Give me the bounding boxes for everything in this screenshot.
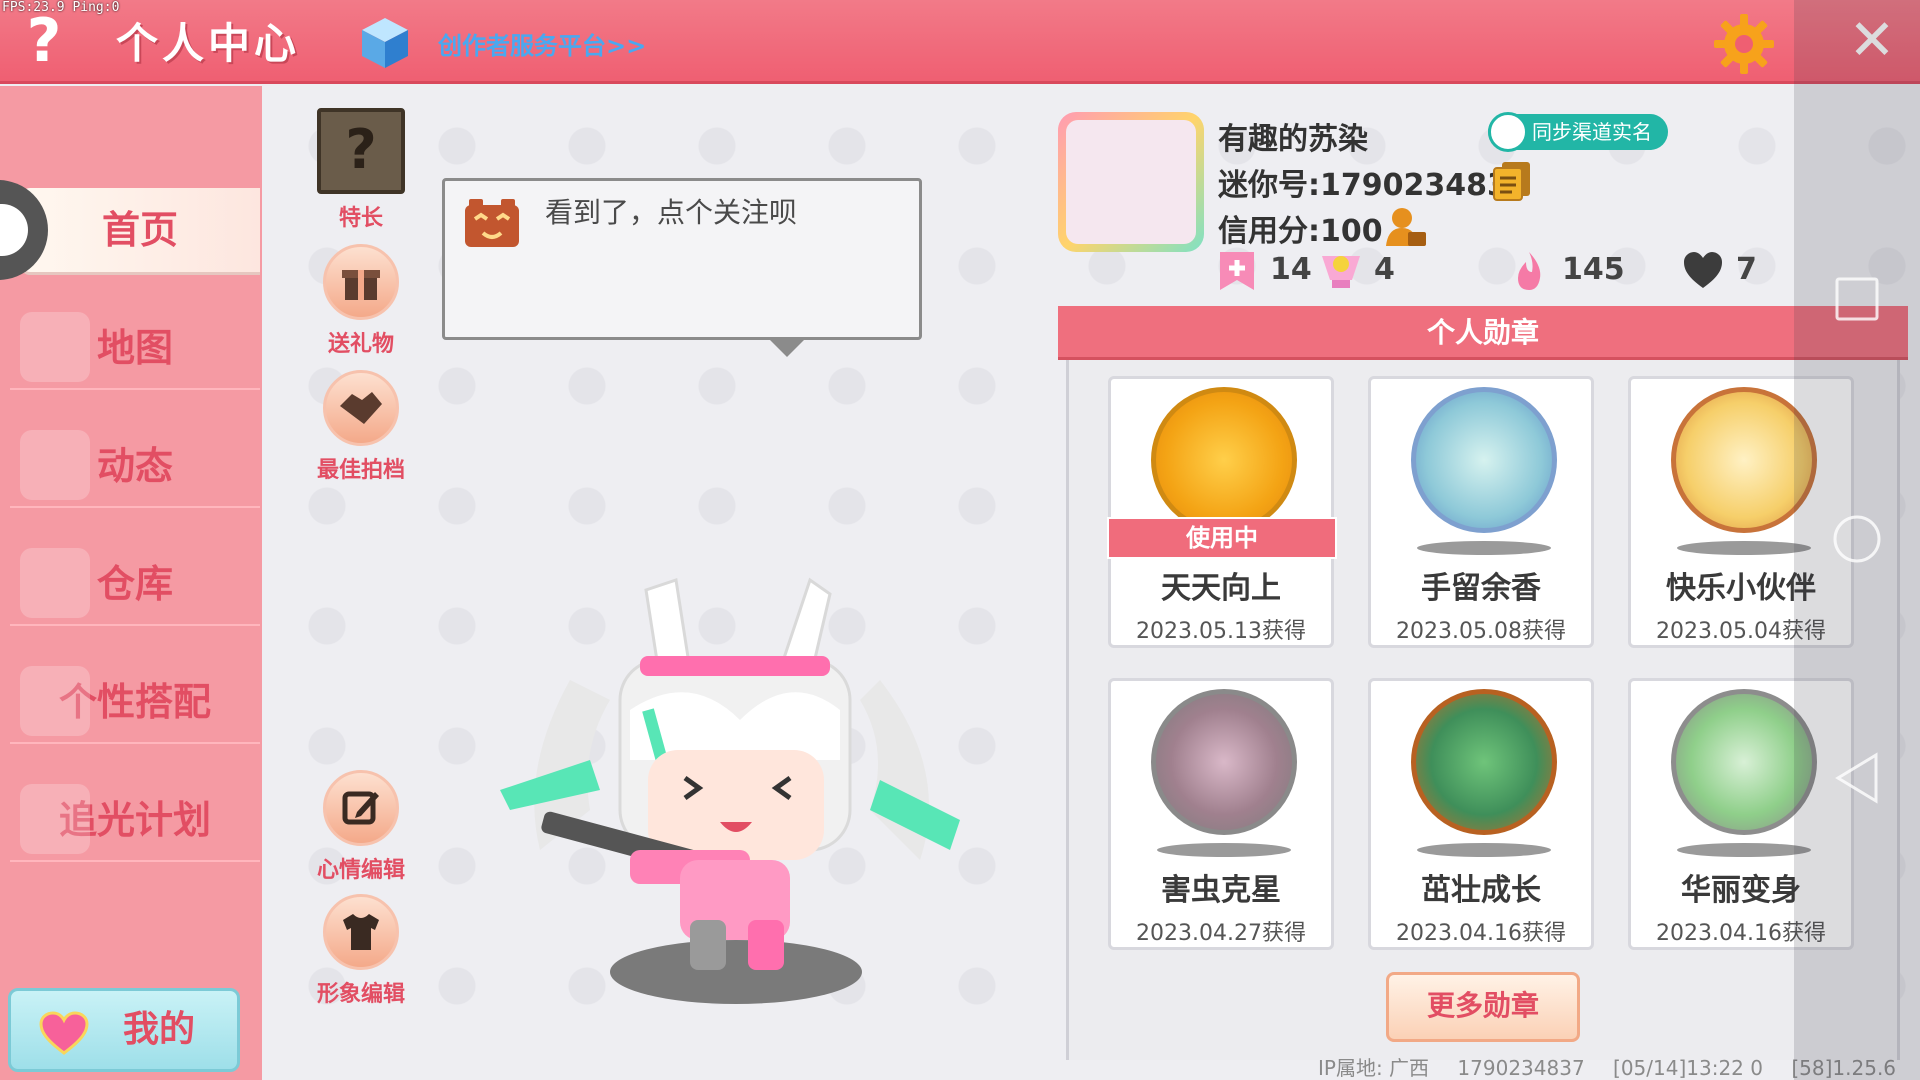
- mood-text: 看到了，点个关注呗: [545, 196, 798, 229]
- copy-icon[interactable]: [1492, 160, 1532, 202]
- credit-score: 信用分:100: [1218, 214, 1383, 249]
- edit-icon: [323, 770, 399, 846]
- medals-header: 个人勋章: [1058, 306, 1908, 360]
- medal-sprout-icon: [1411, 689, 1557, 835]
- footer-uid: 1790234837: [1457, 1056, 1585, 1080]
- medal-frog-icon: [1411, 387, 1557, 533]
- medal-shadow: [1417, 541, 1551, 555]
- send-gift-label: 送礼物: [327, 332, 394, 357]
- sidebar-item-label: 地图: [96, 326, 173, 370]
- my-button-label: 我的: [123, 1009, 196, 1050]
- creator-platform-link[interactable]: 创作者服务平台>>: [438, 26, 646, 61]
- medal-card[interactable]: 害虫克星 2023.04.27获得: [1108, 678, 1334, 950]
- medal-card[interactable]: 茁壮成长 2023.04.16获得: [1368, 678, 1594, 950]
- fire-count: 145: [1562, 252, 1625, 287]
- player-character[interactable]: [480, 560, 1000, 1020]
- specialty-button[interactable]: ? 特长: [306, 108, 416, 232]
- username: 有趣的苏染: [1218, 122, 1368, 157]
- best-partner-label: 最佳拍档: [316, 458, 405, 483]
- medal-shadow: [1157, 843, 1291, 857]
- medal-name: 天天向上: [1161, 571, 1281, 606]
- gear-icon[interactable]: [1712, 12, 1776, 76]
- sidebar-item-warehouse[interactable]: 仓库: [10, 542, 260, 626]
- medal-name: 手留余香: [1421, 571, 1541, 606]
- system-nav-bar: [1794, 0, 1920, 1080]
- medal-name: 茁壮成长: [1421, 873, 1541, 908]
- sidebar-item-label: 仓库: [96, 562, 173, 606]
- mood-edit-button[interactable]: 心情编辑: [306, 770, 416, 884]
- send-gift-button[interactable]: 送礼物: [306, 244, 416, 358]
- heart-icon: [1684, 252, 1722, 288]
- image-edit-label: 形象编辑: [316, 982, 405, 1007]
- sidebar-item-label: 首页: [101, 208, 178, 252]
- outfit-icon: [20, 666, 90, 736]
- realname-sync-badge[interactable]: 同步渠道实名: [1488, 112, 1668, 152]
- heart-icon: [39, 1011, 89, 1055]
- medal-date: 2023.04.16获得: [1396, 921, 1566, 946]
- user-verify-icon: [1488, 112, 1528, 152]
- heart-count: 7: [1736, 252, 1757, 287]
- credit-user-icon[interactable]: [1384, 206, 1428, 248]
- realname-badge-label: 同步渠道实名: [1532, 120, 1652, 144]
- medal-card[interactable]: 使用中 天天向上 2023.05.13获得: [1107, 376, 1337, 648]
- gift-icon: [323, 244, 399, 320]
- back-triangle-icon[interactable]: [1834, 752, 1880, 804]
- medal-shadow: [1677, 541, 1811, 555]
- medal-card[interactable]: 手留余香 2023.05.08获得: [1368, 376, 1594, 648]
- bell-icon: [20, 430, 90, 500]
- medal-trophy-icon: [1151, 387, 1297, 533]
- sidebar-item-home[interactable]: 首页: [20, 188, 260, 272]
- sidebar-item-label: 动态: [96, 444, 173, 488]
- sidebar-item-map[interactable]: 地图: [10, 306, 260, 390]
- more-medals-button[interactable]: 更多勋章: [1386, 972, 1580, 1042]
- sidebar-item-outfit[interactable]: 个性搭配: [10, 660, 260, 744]
- handshake-icon: [323, 370, 399, 446]
- cube-icon[interactable]: [360, 16, 410, 70]
- emoji-block-icon: [465, 199, 519, 247]
- trophy-count: 4: [1374, 252, 1395, 287]
- avatar[interactable]: [1058, 112, 1204, 252]
- avatar-image: [1066, 120, 1196, 244]
- image-edit-button[interactable]: 形象编辑: [306, 894, 416, 1008]
- medal-date: 2023.05.13获得: [1136, 619, 1306, 644]
- sidebar-item-light-plan[interactable]: 追光计划: [10, 778, 260, 862]
- outfit-icon: [323, 894, 399, 970]
- specialty-label: 特长: [338, 206, 383, 231]
- star-icon: [20, 784, 90, 854]
- footer-timestamp: [05/14]13:22 0: [1613, 1056, 1763, 1080]
- map-icon: [20, 312, 90, 382]
- best-partner-button[interactable]: 最佳拍档: [306, 370, 416, 484]
- flag-icon: [1220, 252, 1254, 290]
- fire-icon: [1518, 252, 1541, 290]
- medal-name: 害虫克星: [1161, 873, 1281, 908]
- house-icon: [20, 548, 90, 618]
- help-button[interactable]: ?: [16, 8, 72, 74]
- question-block-icon: ?: [317, 108, 405, 194]
- medal-date: 2023.05.08获得: [1396, 619, 1566, 644]
- in-use-tag: 使用中: [1107, 517, 1337, 559]
- recent-apps-icon[interactable]: [1834, 276, 1880, 322]
- medal-shadow: [1677, 843, 1811, 857]
- my-button[interactable]: 我的: [8, 988, 240, 1072]
- ip-location: IP属地: 广西: [1318, 1056, 1430, 1080]
- home-circle-icon[interactable]: [1832, 514, 1882, 564]
- flag-count: 14: [1270, 252, 1312, 287]
- trophy-icon: [1322, 256, 1360, 288]
- sidebar-item-feed[interactable]: 动态: [10, 424, 260, 508]
- top-header: FPS:23.9 Ping:0 ? 个人中心 创作者服务平台>> ✕: [0, 0, 1920, 84]
- medal-bug-icon: [1151, 689, 1297, 835]
- mood-speech-bubble: 看到了，点个关注呗: [442, 178, 922, 357]
- page-title: 个人中心: [116, 19, 301, 68]
- medal-date: 2023.04.27获得: [1136, 921, 1306, 946]
- mood-edit-label: 心情编辑: [316, 858, 405, 883]
- mini-id: 迷你号:1790234837: [1218, 168, 1529, 203]
- medal-shadow: [1417, 843, 1551, 857]
